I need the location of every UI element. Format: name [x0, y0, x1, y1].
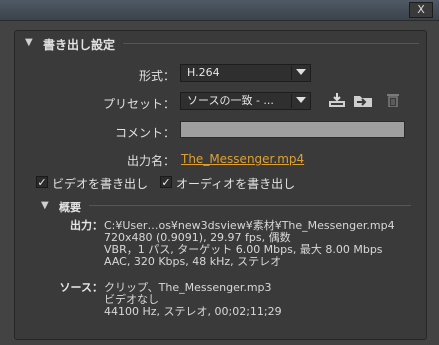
comment-label: コメント：	[114, 126, 175, 140]
window-title-bar: X	[0, 0, 439, 21]
output-audio-info: AAC, 320 Kbps, 48 kHz, ステレオ	[104, 255, 282, 268]
close-button[interactable]: X	[409, 2, 433, 18]
heading-divider	[123, 43, 419, 44]
export-audio-label: オーディオを書き出し	[176, 177, 296, 191]
preset-label: プリセット：	[102, 97, 175, 111]
export-video-label: ビデオを書き出し	[52, 177, 149, 191]
chevron-down-icon	[296, 97, 306, 103]
format-value: H.264	[187, 66, 220, 79]
source-summary-label: ソース：	[59, 281, 103, 294]
delete-preset-icon[interactable]	[387, 93, 399, 107]
output-summary-label: 出力：	[70, 219, 103, 232]
export-video-checkbox[interactable]: ✓	[36, 176, 48, 188]
summary-heading: 概要	[59, 201, 81, 214]
output-name-label: 出力名：	[126, 154, 175, 168]
chevron-down-icon	[296, 69, 306, 75]
save-preset-icon[interactable]	[328, 92, 346, 108]
export-settings-panel: ▼ 書き出し設定 形式： H.264 プリセット： ソースの一致 - ... コ…	[14, 30, 427, 340]
source-audio: 44100 Hz, ステレオ, 00;02;11;29	[104, 305, 282, 318]
export-audio-checkbox[interactable]: ✓	[160, 176, 172, 188]
preset-select[interactable]: ソースの一致 - ...	[180, 92, 311, 110]
output-summary: C:¥User…os¥new3dsview¥素材¥The_Messenger.m…	[104, 220, 395, 268]
format-label: 形式：	[138, 69, 175, 83]
summary-collapse-icon[interactable]: ▼	[41, 200, 49, 211]
export-settings-heading: 書き出し設定	[43, 38, 116, 52]
comment-input[interactable]	[180, 121, 405, 138]
collapse-triangle-icon[interactable]: ▼	[25, 37, 33, 48]
import-preset-icon[interactable]	[353, 93, 373, 108]
source-summary: クリップ、The_Messenger.mp3 ビデオなし 44100 Hz, ス…	[104, 282, 282, 318]
preset-value: ソースの一致 - ...	[187, 94, 274, 107]
summary-divider	[89, 205, 411, 206]
output-name-link[interactable]: The_Messenger.mp4	[181, 152, 304, 166]
format-select[interactable]: H.264	[180, 64, 311, 82]
